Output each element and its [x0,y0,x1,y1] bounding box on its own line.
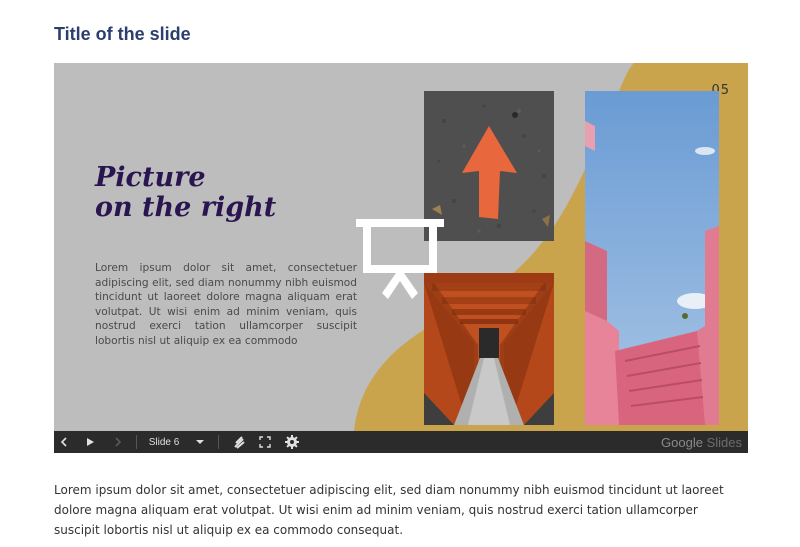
slide-heading-line2: on the right [95,192,277,223]
gear-icon[interactable] [282,431,302,453]
brand-word-google: Google [661,435,703,450]
laser-pointer-icon[interactable] [230,431,248,453]
play-icon[interactable] [80,431,100,453]
slide-heading-line1: Picture [95,162,206,193]
brand-word-slides: Slides [706,435,742,450]
slide-body-text: Lorem ipsum dolor sit amet, consectetuer… [95,262,357,347]
fullscreen-icon[interactable] [256,431,274,453]
slide-selector[interactable]: Slide 6 [144,431,184,453]
pink-building-photo [585,91,719,425]
caret-down-icon[interactable] [192,431,208,453]
chevron-left-icon[interactable] [54,431,74,453]
player-controls: Slide 6 Google Slides [54,431,748,453]
page-title: Title of the slide [54,24,191,44]
google-slides-logo: Google Slides [661,435,742,450]
slide-description: Lorem ipsum dolor sit amet, consectetuer… [54,483,724,537]
divider [218,435,219,449]
presentation-icon[interactable] [354,215,446,308]
slide-canvas[interactable]: 05 Picture on the right Lorem ipsum dolo… [54,63,748,431]
divider [136,435,137,449]
chevron-right-icon[interactable] [108,431,128,453]
slides-embed[interactable]: 05 Picture on the right Lorem ipsum dolo… [54,63,748,453]
slide-heading: Picture on the right [95,163,276,223]
